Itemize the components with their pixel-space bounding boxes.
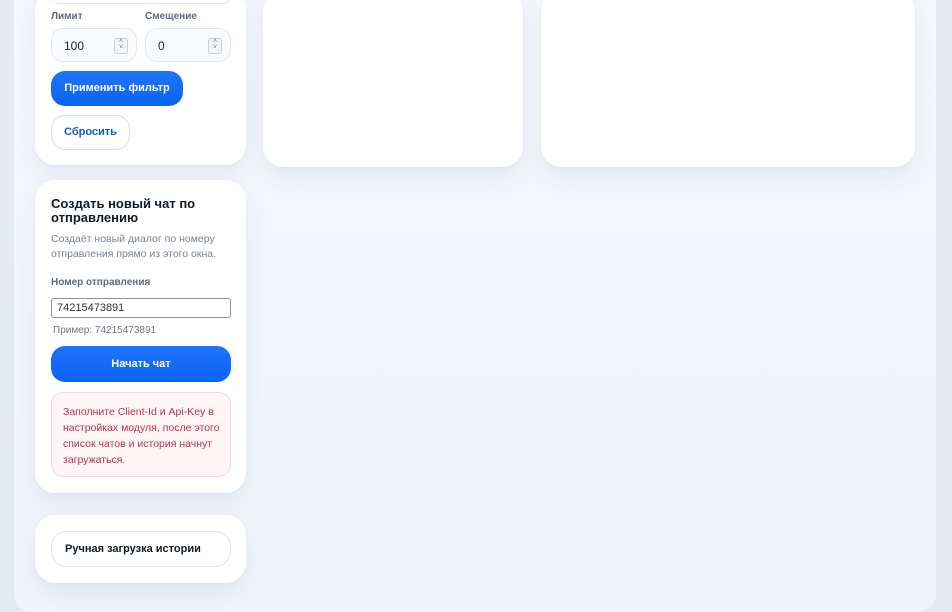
offset-input[interactable]: 0 ˄ ˅	[145, 28, 231, 62]
limit-label: Лимит	[51, 11, 83, 22]
offset-value: 0	[158, 39, 165, 53]
shipment-label: Номер отправления	[51, 277, 151, 288]
filter-top-field[interactable]	[51, 0, 231, 4]
reset-button[interactable]: Сбросить	[51, 115, 130, 150]
credentials-alert: Заполните Client-Id и Api-Key в настройк…	[51, 392, 231, 477]
offset-spinner-icon[interactable]: ˄ ˅	[208, 38, 222, 54]
create-chat-title: Создать новый чат по отправлению	[51, 196, 196, 225]
limit-value: 100	[64, 39, 85, 53]
start-chat-button[interactable]: Начать чат	[51, 346, 231, 382]
shipment-number-input[interactable]	[51, 298, 231, 318]
limit-spinner-icon[interactable]: ˄ ˅	[114, 38, 128, 54]
create-chat-description: Создаёт новый диалог по номеру отправлен…	[51, 233, 217, 260]
chat-history-panel	[541, 0, 915, 167]
shipment-hint: Пример: 74215473891	[53, 325, 157, 336]
offset-label: Смещение	[145, 11, 197, 22]
chat-list-panel	[263, 0, 523, 167]
limit-input[interactable]: 100 ˄ ˅	[51, 28, 137, 62]
alert-text: Заполните Client-Id и Api-Key в настройк…	[63, 406, 220, 466]
apply-filter-button[interactable]: Применить фильтр	[51, 71, 183, 106]
load-history-button[interactable]: Ручная загрузка истории	[51, 531, 231, 567]
